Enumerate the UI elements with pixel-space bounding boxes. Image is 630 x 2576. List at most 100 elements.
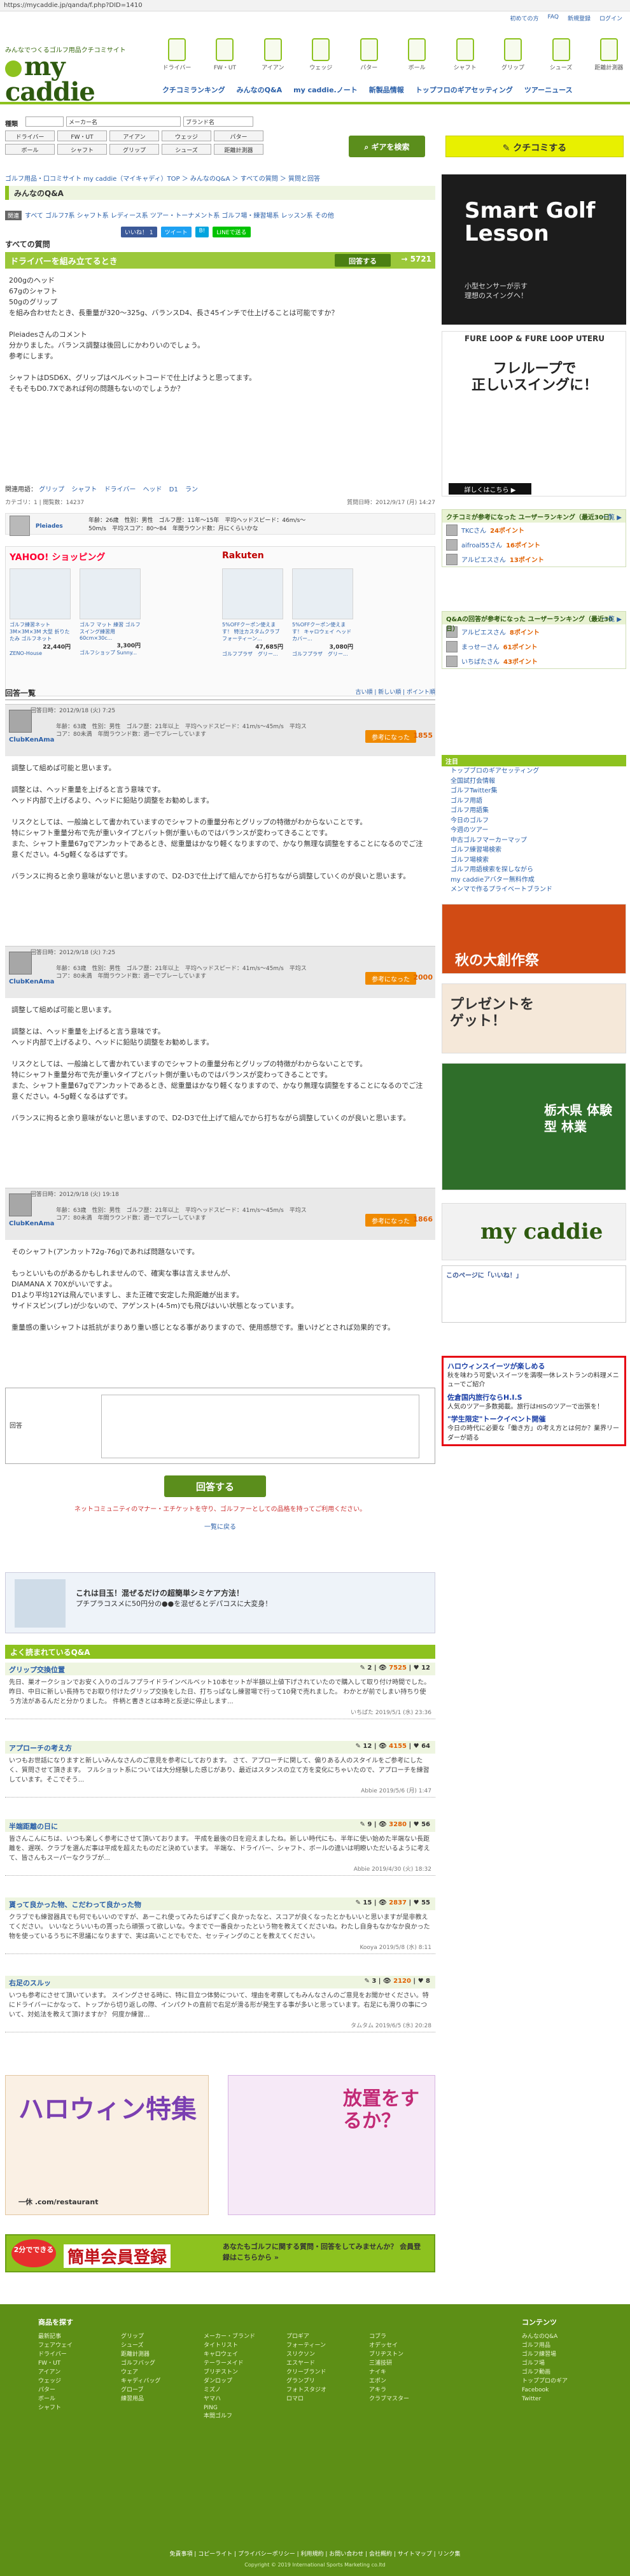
nav-putter[interactable]: パター	[351, 38, 387, 75]
popular-item[interactable]: アプローチの考え方 ✎ 12 | 👁 4155 | ♥ 64 いつもお世話になりま…	[5, 1741, 435, 1798]
cat-iron[interactable]: アイアン	[109, 130, 159, 141]
shop-item[interactable]: 5%OFFクーポン使えます！ キャロウェイ ヘッドカバー... 3,080円 ゴルフ…	[292, 568, 353, 658]
answer-button[interactable]: 回答する	[335, 254, 391, 267]
footer-col-6[interactable]: みんなのQ&A ゴルフ用品 ゴルフ練習場 ゴルフ場 ゴルフ動画 トッププロのギア Faceb…	[522, 2333, 568, 2404]
tag-run[interactable]: ラン	[185, 486, 198, 493]
nav-driver[interactable]: ドライバー	[159, 38, 195, 75]
sidebar-link[interactable]: ゴルフ練習場検索	[442, 845, 626, 855]
shop-item[interactable]: ゴルフ マット 練習 ゴルフ スイング練習用 60cm×30c... 3,300円…	[80, 568, 141, 656]
present-ad[interactable]: プレゼントをゲット！	[442, 983, 626, 1053]
sidebar-link[interactable]: メンマで作るプライベートブランド	[442, 885, 626, 895]
cat-grip[interactable]: グリップ	[109, 144, 159, 155]
nav-grip[interactable]: グリップ	[495, 38, 531, 75]
nav-iron[interactable]: アイアン	[255, 38, 291, 75]
popular-title[interactable]: グリップ交換位置	[9, 1666, 65, 1674]
answerer-name[interactable]: ClubKenAma	[9, 1220, 54, 1227]
fb-like-link[interactable]: このページに「いいね！」	[442, 1266, 626, 1283]
ranking-row[interactable]: アルピエスさん 8ポイント	[442, 624, 626, 639]
nav-rangefinder[interactable]: 距離計測器	[591, 38, 627, 75]
ranking-row[interactable]: アルピエスさん 13ポイント	[442, 552, 626, 567]
main-nav-ranking[interactable]: クチコミランキング	[162, 85, 225, 95]
nav-wedge[interactable]: ウェッジ	[303, 38, 339, 75]
shop-item[interactable]: ゴルフ練習ネット 3M×3M×3M 大型 折りたたみ ゴルフネット 22,440円…	[10, 568, 71, 656]
back-to-list-link[interactable]: 一覧に戻る	[5, 1521, 435, 1531]
reply-textarea[interactable]	[101, 1395, 419, 1458]
nav-fw-ut[interactable]: FW・UT	[207, 38, 242, 75]
site-logo[interactable]: みんなでつくるゴルフ用品クチコミサイト my caddie	[5, 45, 151, 105]
sidebar-link[interactable]: 中古ゴルフマーカーマップ	[442, 836, 626, 846]
popular-title[interactable]: 半端距離の日に	[9, 1822, 58, 1831]
top-link-faq[interactable]: FAQ	[548, 14, 559, 22]
helpful-button[interactable]: 参考になった	[365, 972, 416, 985]
asker-name[interactable]: Pleiades	[36, 523, 63, 530]
sidebar-link[interactable]: ゴルフ用語検索を探しながら	[442, 865, 626, 875]
sidebar-link[interactable]: 今週のツアー	[442, 826, 626, 836]
ranking-row[interactable]: まっせーさん 61ポイント	[442, 639, 626, 654]
popular-item[interactable]: グリップ交換位置 ✎ 2 | 👁 7525 | ♥ 12 先日、巣オークションでお…	[5, 1663, 435, 1719]
cat-shoes[interactable]: シューズ	[162, 144, 211, 155]
popular-item[interactable]: 貰って良かった物、こだわって良かった物 ✎ 15 | 👁 2837 | ♥ 55 …	[5, 1897, 435, 1954]
ranking-row[interactable]: いちばたさん 43ポイント	[442, 654, 626, 668]
main-nav-note[interactable]: my caddie.ノート	[293, 85, 358, 95]
top-link-login[interactable]: ログイン	[599, 14, 622, 22]
sidebar-link[interactable]: ゴルフ場検索	[442, 855, 626, 866]
helpful-button[interactable]: 参考になった	[365, 1214, 416, 1227]
cat-fw-ut[interactable]: FW・UT	[57, 130, 107, 141]
submit-answer-button[interactable]: 回答する	[164, 1475, 266, 1497]
cat-ball[interactable]: ボール	[5, 144, 55, 155]
sidebar-link[interactable]: 今日のゴルフ	[442, 816, 626, 826]
sidebar-link[interactable]: ゴルフ用語集	[442, 806, 626, 816]
sidebar-link[interactable]: my caddieアバター無料作成	[442, 875, 626, 885]
tag-d1[interactable]: D1	[169, 486, 178, 493]
sidebar-link[interactable]: ゴルフTwitter集	[442, 786, 626, 796]
footer-col-3[interactable]: メーカー・ブランド タイトリスト キャロウェイ テーラーメイド ブリヂストン ダンロップミ…	[204, 2333, 255, 2421]
nav-shaft[interactable]: シャフト	[447, 38, 483, 75]
smart-golf-lesson-ad[interactable]: Smart Golf Lesson 小型センサーが示す 理想のスイングへ！	[442, 174, 626, 325]
tag-head[interactable]: ヘッド	[143, 486, 162, 493]
ranking-row[interactable]: aifroal55さん 16ポイント	[442, 537, 626, 552]
pr-item[interactable]: "学生限定"トークイベント開催 今日の時代に必要な「働き方」の考え方とは何か？業界…	[447, 1414, 620, 1443]
manga-ad[interactable]: 放置をするか？	[228, 2075, 435, 2215]
cat-rangefinder[interactable]: 距離計測器	[214, 144, 263, 155]
register-banner[interactable]: 2分でできる 簡単会員登録 あなたもゴルフに関する質問・回答をしてみませんか？ …	[5, 2234, 435, 2272]
footer-col-4[interactable]: プロギア フォーティーン スリクソン エスヤード クリーブランド グランプリ フォトスタジオ…	[286, 2333, 326, 2404]
kind-select[interactable]	[25, 116, 64, 127]
footer-links[interactable]: 免責事項 | コピーライト | プライバシーポリシー | 利用規約 | お問い合…	[0, 2549, 630, 2558]
popular-item[interactable]: 右足のスルッ ✎ 3 | 👁 2120 | ♥ 8 いつも参考にさせて頂いています…	[5, 1976, 435, 2032]
popular-title[interactable]: 貰って良かった物、こだわって良かった物	[9, 1901, 141, 1909]
gear-search-button[interactable]: ⌕ ギアを検索	[349, 136, 425, 157]
sidebar-link[interactable]: 全国試打会情報	[442, 777, 626, 787]
tochigi-forestry-ad[interactable]: 栃木県 体験型 林業	[442, 1063, 626, 1190]
cosme-banner[interactable]: これは目玉！混ぜるだけの超簡単シミケア方法！ プチプラコスメに50円分の●●を混ぜ…	[5, 1572, 435, 1633]
cat-driver[interactable]: ドライバー	[5, 130, 55, 141]
cat-shaft[interactable]: シャフト	[57, 144, 107, 155]
line-button[interactable]: LINEで送る	[213, 227, 251, 237]
answerer-name[interactable]: ClubKenAma	[9, 736, 54, 743]
sidebar-link[interactable]: トップブロのギアセッティング	[442, 766, 626, 777]
hatena-button[interactable]: B!	[195, 227, 209, 237]
tweet-button[interactable]: ツイート	[160, 227, 192, 237]
answers-sort[interactable]: 古い順 | 新しい順 | ポイント順	[355, 687, 435, 698]
popular-title[interactable]: 右足のスルッ	[9, 1979, 51, 1987]
answerer-name[interactable]: ClubKenAma	[9, 978, 54, 985]
ranking-more-link[interactable]: 一覧 ▶	[602, 614, 622, 623]
main-nav-qa[interactable]: みんなのQ&A	[237, 85, 282, 95]
tag-grip[interactable]: グリップ	[39, 486, 64, 493]
breadcrumb[interactable]: ゴルフ用品・口コミサイト my caddie（マイキャディ）TOP ＞ みんなの…	[5, 173, 438, 183]
footer-col-2[interactable]: グリップ シューズ 距離計測器 ゴルフバッグ ウェア キャディバッグ グローブ 練習用品	[121, 2333, 160, 2404]
popular-item[interactable]: 半端距離の日に ✎ 9 | 👁 3280 | ♥ 56 皆さんこんにちは、いつも楽…	[5, 1819, 435, 1876]
autumn-ad[interactable]: 秋の大創作祭	[442, 904, 626, 974]
footer-col-1[interactable]: 最新記事 フェアウェイ ドライバー FW・UT アイアン ウェッジ パター ボール シャフト	[38, 2333, 73, 2412]
top-link-register[interactable]: 新規登録	[568, 14, 591, 22]
footer-col-5[interactable]: コブラ オデッセイ ブリヂストン 三浦技研 ナイキ エポン アキラ クラブマスター	[369, 2333, 409, 2404]
fure-ad-button[interactable]: 詳しくはこちら ▶	[449, 483, 531, 495]
brand-select[interactable]: ブランド名	[183, 116, 253, 127]
shop-item[interactable]: 5%OFFクーポン使えます！ 特注カスタムクラブ フォーティーン... 47,68…	[222, 568, 283, 658]
tag-shaft[interactable]: シャフト	[71, 486, 97, 493]
main-nav-tour-news[interactable]: ツアーニュース	[524, 85, 573, 95]
main-nav-new-products[interactable]: 新製品情報	[369, 85, 404, 95]
category-links[interactable]: すべて ゴルフ7系 シャフト系 レディース系 ツアー・トーナメント系 ゴルフ場・…	[25, 213, 334, 220]
ranking-row[interactable]: TKCさん 24ポイント	[442, 523, 626, 537]
fure-loop-ad[interactable]: FURE LOOP & FURE LOOP UTERU フレループで 正しいスイ…	[442, 331, 626, 496]
kuchikomi-button[interactable]: ✎ クチコミする	[445, 136, 624, 157]
